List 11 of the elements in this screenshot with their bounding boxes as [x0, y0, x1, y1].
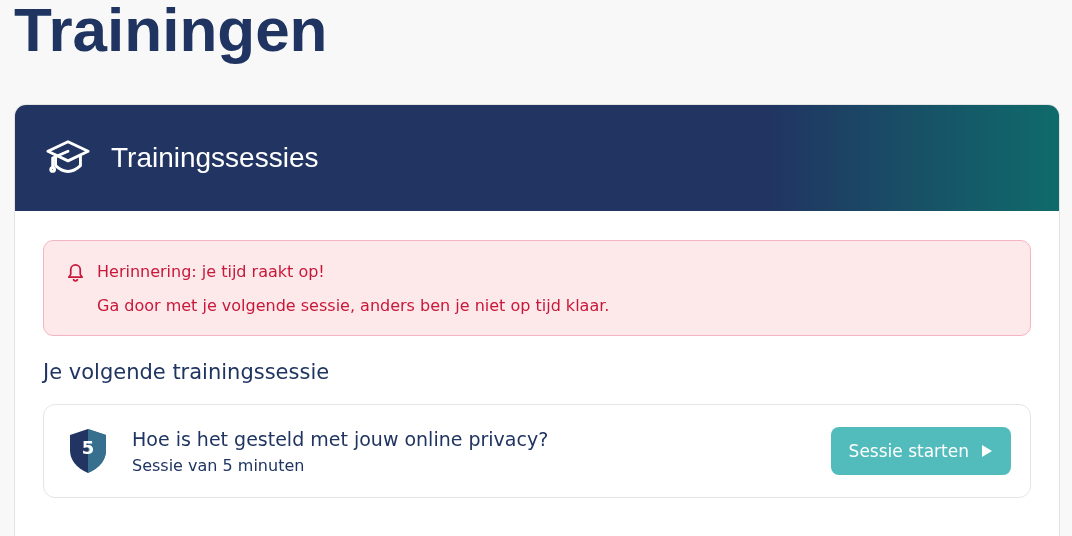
session-title: Hoe is het gesteld met jouw online privacy? — [132, 427, 550, 450]
page-title: Trainingen — [14, 0, 329, 66]
session-duration: Sessie van 5 minuten — [132, 455, 306, 475]
alert-title: Herinnering: je tijd raakt op! — [97, 262, 325, 281]
section-heading: Je volgende trainingssessie — [43, 360, 331, 384]
card-title: Trainingssessies — [111, 142, 319, 174]
shield-badge: 5 — [68, 428, 108, 474]
start-session-button[interactable]: Sessie starten — [830, 427, 1011, 475]
bell-icon — [66, 261, 85, 282]
alert-message: Ga door met je volgende sessie, anders ben je niet op tijd klaar. — [97, 296, 611, 315]
play-icon — [981, 444, 993, 458]
